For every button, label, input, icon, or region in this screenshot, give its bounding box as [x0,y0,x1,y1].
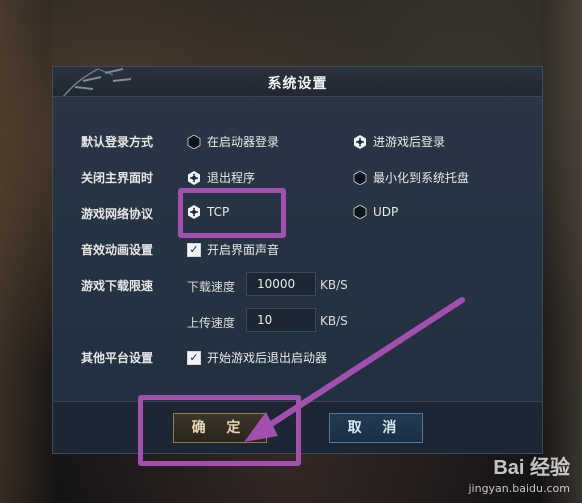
close-tray-label: 最小化到系统托盘 [373,171,470,185]
radio-selected-icon[interactable] [353,134,367,149]
download-speed-input[interactable]: 10000 [246,272,316,296]
download-limit-label: 游戏下载限速 [81,279,154,293]
radio-selected-icon[interactable] [187,170,201,185]
background-left-panel [0,0,52,503]
dialog-content: 默认登录方式 在启动器登录 进游戏后登录 关闭主界面时 退出程序 最小化到系统托… [53,97,542,403]
checkbox-checked-icon[interactable]: ✓ [187,350,201,365]
enable-ui-sound-checkbox[interactable]: ✓ 开启界面声音 [187,241,279,258]
watermark-url: jingyan.baidu.com [468,482,570,495]
background-right-panel [542,0,582,503]
close-main-label: 关闭主界面时 [81,171,154,185]
login-ingame-option[interactable]: 进游戏后登录 [353,133,445,150]
checkbox-checked-icon[interactable]: ✓ [187,242,201,257]
exit-launcher-label: 开始游戏后退出启动器 [207,351,328,365]
exit-launcher-checkbox[interactable]: ✓ 开始游戏后退出启动器 [187,349,327,366]
audio-anim-label: 音效动画设置 [81,243,154,257]
cancel-button[interactable]: 取 消 [329,413,423,443]
other-platform-label: 其他平台设置 [81,351,154,365]
download-speed-label: 下载速度 [187,280,236,294]
radio-unselected-icon[interactable] [187,134,201,149]
upload-speed-label: 上传速度 [187,316,236,330]
dialog-title: 系统设置 [267,76,328,92]
login-method-label: 默认登录方式 [81,135,154,149]
confirm-highlight-box [138,395,301,466]
upload-unit-label: KB/S [320,314,348,328]
network-protocol-label: 游戏网络协议 [81,207,154,221]
dialog-titlebar: 系统设置 [53,67,542,97]
login-launcher-option[interactable]: 在启动器登录 [187,133,279,150]
login-launcher-label: 在启动器登录 [207,135,280,149]
protocol-udp-label: UDP [373,205,399,219]
close-exit-option[interactable]: 退出程序 [187,169,255,186]
enable-ui-sound-label: 开启界面声音 [207,243,280,257]
baidu-watermark: Bai 经验 jingyan.baidu.com [468,451,570,495]
download-unit-label: KB/S [320,278,348,292]
login-ingame-label: 进游戏后登录 [373,135,446,149]
close-exit-label: 退出程序 [207,171,256,185]
close-tray-option[interactable]: 最小化到系统托盘 [353,169,469,186]
radio-unselected-icon[interactable] [353,170,367,185]
watermark-logo: Bai 经验 [493,457,570,479]
tcp-highlight-box [178,188,286,238]
upload-speed-input[interactable]: 10 [246,308,316,332]
radio-unselected-icon[interactable] [353,205,367,219]
protocol-udp-option[interactable]: UDP [353,205,398,219]
